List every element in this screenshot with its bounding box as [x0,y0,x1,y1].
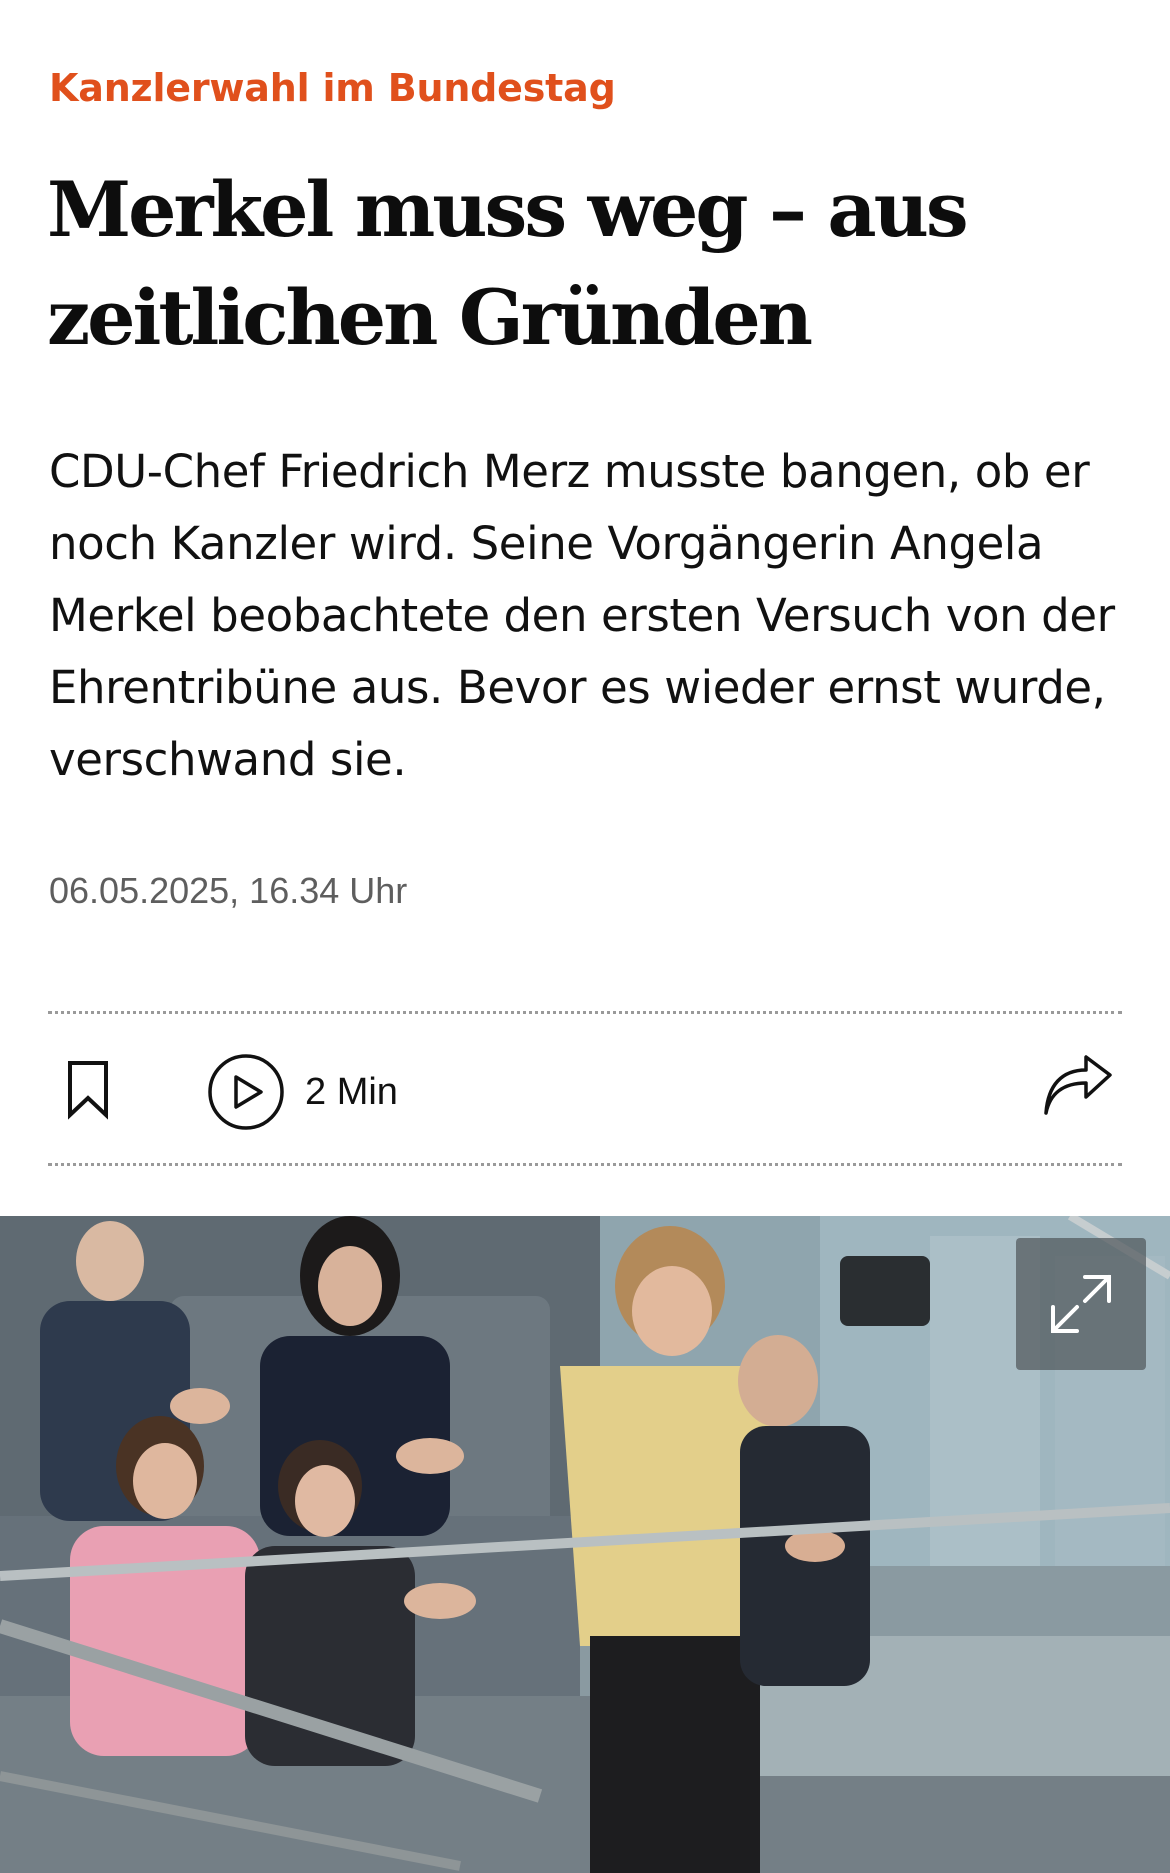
divider-bottom [48,1163,1122,1166]
expand-arrows-icon [1051,1275,1111,1333]
bookmark-icon [68,1061,108,1120]
article-photo[interactable] [0,1216,1170,1873]
play-circle-icon [208,1054,284,1130]
audio-play-button[interactable] [207,1053,285,1131]
audio-duration[interactable]: 2 Min [305,1068,398,1116]
article-kicker: Kanzlerwahl im Bundestag [49,66,616,110]
share-arrow-icon [1044,1055,1112,1115]
share-button[interactable] [1042,1055,1114,1119]
article-headline: Merkel muss weg – aus zeitlichen Gründen [47,165,969,362]
divider-top [48,1011,1122,1014]
bookmark-button[interactable] [62,1058,114,1122]
article-timestamp: 06.05.2025, 16.34 Uhr [49,870,408,911]
expand-image-button[interactable] [1016,1238,1146,1370]
photo-illustration [0,1216,1170,1873]
article-teaser: CDU-Chef Friedrich Merz musste bangen, o… [49,445,1115,786]
